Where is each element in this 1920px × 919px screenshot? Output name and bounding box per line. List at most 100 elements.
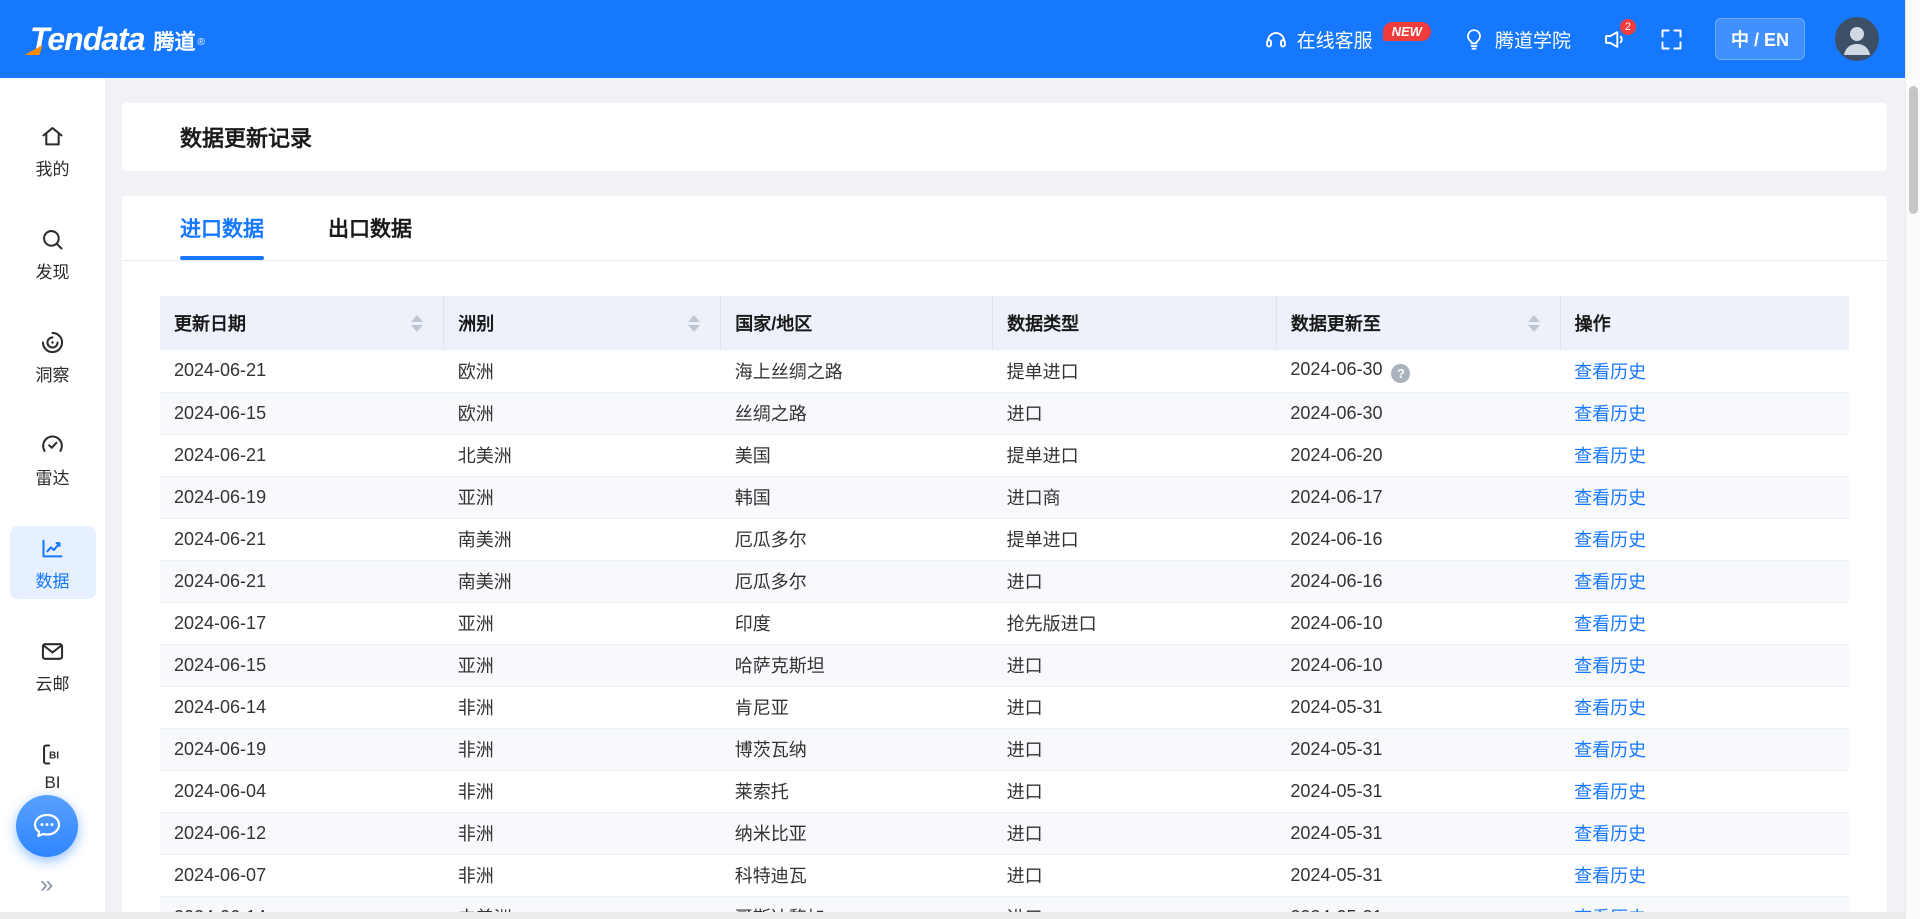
cell-region: 肯尼亚 xyxy=(721,686,993,728)
cell-region: 博茨瓦纳 xyxy=(721,728,993,770)
online-service-button[interactable]: 在线客服 NEW xyxy=(1263,26,1431,53)
cell-updated-to: 2024-05-31 xyxy=(1276,812,1560,854)
cell-updated-to: 2024-05-31 xyxy=(1276,686,1560,728)
updated-to-value: 2024-05-31 xyxy=(1290,823,1382,843)
view-history-link[interactable]: 查看历史 xyxy=(1574,572,1646,592)
cell-continent: 南美洲 xyxy=(444,518,721,560)
registered-mark: ® xyxy=(198,31,205,55)
table-row: 2024-06-19非洲博茨瓦纳进口2024-05-31查看历史 xyxy=(160,728,1849,770)
data-panel: 进口数据 出口数据 更新日期 xyxy=(122,196,1887,919)
updated-to-value: 2024-06-30 xyxy=(1290,359,1382,379)
cell-action: 查看历史 xyxy=(1560,518,1849,560)
tab-export-data[interactable]: 出口数据 xyxy=(328,196,412,260)
cell-action: 查看历史 xyxy=(1560,602,1849,644)
cell-region: 纳米比亚 xyxy=(721,812,993,854)
cell-region: 哈萨克斯坦 xyxy=(721,644,993,686)
cell-action: 查看历史 xyxy=(1560,770,1849,812)
tab-import-data[interactable]: 进口数据 xyxy=(180,196,264,260)
table-row: 2024-06-15亚洲哈萨克斯坦进口2024-06-10查看历史 xyxy=(160,644,1849,686)
col-update-date: 更新日期 xyxy=(160,296,444,350)
col-label: 操作 xyxy=(1575,310,1611,336)
fullscreen-button[interactable] xyxy=(1658,26,1685,53)
svg-text:BI: BI xyxy=(49,751,59,762)
page-title: 数据更新记录 xyxy=(180,121,312,153)
help-icon[interactable]: ? xyxy=(1391,364,1410,383)
cell-action: 查看历史 xyxy=(1560,476,1849,518)
cell-update-date: 2024-06-15 xyxy=(160,392,444,434)
view-history-link[interactable]: 查看历史 xyxy=(1574,446,1646,466)
view-history-link[interactable]: 查看历史 xyxy=(1574,614,1646,634)
online-service-label: 在线客服 xyxy=(1297,26,1373,53)
sidebar-item-bi[interactable]: BI BI xyxy=(10,732,96,800)
cell-data-type: 提单进口 xyxy=(993,434,1277,476)
sidebar-item-mine[interactable]: 我的 xyxy=(10,114,96,187)
cell-region: 科特迪瓦 xyxy=(721,854,993,896)
sort-icon[interactable] xyxy=(688,315,700,332)
view-history-link[interactable]: 查看历史 xyxy=(1574,866,1646,886)
cell-updated-to: 2024-06-10 xyxy=(1276,602,1560,644)
cell-updated-to: 2024-06-30 xyxy=(1276,392,1560,434)
brand-name: Tendata xyxy=(30,23,145,55)
cell-continent: 非洲 xyxy=(444,686,721,728)
sidebar-collapse-toggle[interactable]: » xyxy=(40,871,53,899)
updated-to-value: 2024-06-16 xyxy=(1290,529,1382,549)
cell-action: 查看历史 xyxy=(1560,560,1849,602)
expand-icon xyxy=(1658,26,1685,53)
view-history-link[interactable]: 查看历史 xyxy=(1574,698,1646,718)
horizontal-scrollbar[interactable] xyxy=(0,912,1905,919)
tab-bar: 进口数据 出口数据 xyxy=(122,196,1887,261)
sort-icon[interactable] xyxy=(1528,315,1540,332)
view-history-link[interactable]: 查看历史 xyxy=(1574,404,1646,424)
updated-to-value: 2024-06-16 xyxy=(1290,571,1382,591)
view-history-link[interactable]: 查看历史 xyxy=(1574,740,1646,760)
language-toggle[interactable]: 中 / EN xyxy=(1715,18,1805,60)
cell-continent: 非洲 xyxy=(444,770,721,812)
page-header: 数据更新记录 xyxy=(122,103,1887,171)
view-history-link[interactable]: 查看历史 xyxy=(1574,530,1646,550)
cell-data-type: 进口 xyxy=(993,686,1277,728)
brand-name-cn: 腾道 xyxy=(154,31,196,55)
cell-continent: 欧洲 xyxy=(444,392,721,434)
table-row: 2024-06-17亚洲印度抢先版进口2024-06-10查看历史 xyxy=(160,602,1849,644)
col-label: 数据更新至 xyxy=(1291,310,1381,336)
chat-fab-button[interactable] xyxy=(16,795,78,857)
cell-data-type: 提单进口 xyxy=(993,350,1277,392)
sidebar-item-label: 发现 xyxy=(36,258,70,283)
col-label: 国家/地区 xyxy=(735,310,812,336)
updated-to-value: 2024-05-31 xyxy=(1290,739,1382,759)
cell-update-date: 2024-06-17 xyxy=(160,602,444,644)
col-action: 操作 xyxy=(1560,296,1849,350)
announcement-button[interactable]: 2 xyxy=(1601,26,1628,53)
avatar[interactable] xyxy=(1835,17,1879,61)
sidebar-item-radar[interactable]: 雷达 xyxy=(10,423,96,496)
view-history-link[interactable]: 查看历史 xyxy=(1574,488,1646,508)
academy-button[interactable]: 腾道学院 xyxy=(1461,26,1571,53)
sidebar-item-insight[interactable]: 洞察 xyxy=(10,320,96,393)
sidebar: 我的 发现 洞察 雷达 数据 云邮 BI BI xyxy=(0,78,105,919)
brand-logo[interactable]: Tendata 腾道 ® xyxy=(30,23,205,55)
table-row: 2024-06-07非洲科特迪瓦进口2024-05-31查看历史 xyxy=(160,854,1849,896)
sidebar-item-discover[interactable]: 发现 xyxy=(10,217,96,290)
sort-icon[interactable] xyxy=(411,315,423,332)
col-continent: 洲别 xyxy=(444,296,721,350)
cell-update-date: 2024-06-21 xyxy=(160,518,444,560)
sidebar-item-cloudmail[interactable]: 云邮 xyxy=(10,629,96,702)
view-history-link[interactable]: 查看历史 xyxy=(1574,362,1646,382)
sidebar-item-data[interactable]: 数据 xyxy=(10,526,96,599)
bi-icon: BI xyxy=(39,741,66,768)
view-history-link[interactable]: 查看历史 xyxy=(1574,782,1646,802)
cell-data-type: 进口 xyxy=(993,770,1277,812)
vertical-scrollbar-thumb[interactable] xyxy=(1909,86,1918,214)
cell-action: 查看历史 xyxy=(1560,728,1849,770)
academy-label: 腾道学院 xyxy=(1495,26,1571,53)
user-silhouette-icon xyxy=(1837,19,1877,59)
view-history-link[interactable]: 查看历史 xyxy=(1574,824,1646,844)
data-chart-icon xyxy=(39,535,66,562)
cell-continent: 亚洲 xyxy=(444,602,721,644)
view-history-link[interactable]: 查看历史 xyxy=(1574,656,1646,676)
cell-data-type: 进口 xyxy=(993,560,1277,602)
chat-bubble-icon xyxy=(29,808,65,844)
col-updated-to: 数据更新至 xyxy=(1276,296,1560,350)
radar-icon xyxy=(39,432,66,459)
cell-update-date: 2024-06-07 xyxy=(160,854,444,896)
